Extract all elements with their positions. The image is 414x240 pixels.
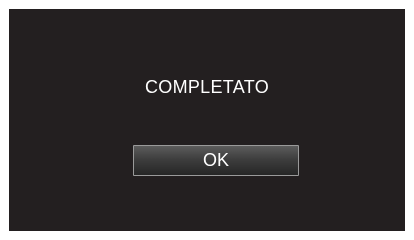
completion-message: COMPLETATO [144,77,270,97]
camera-screen: COMPLETATO OK [9,9,405,231]
ok-button[interactable]: OK [133,145,299,176]
